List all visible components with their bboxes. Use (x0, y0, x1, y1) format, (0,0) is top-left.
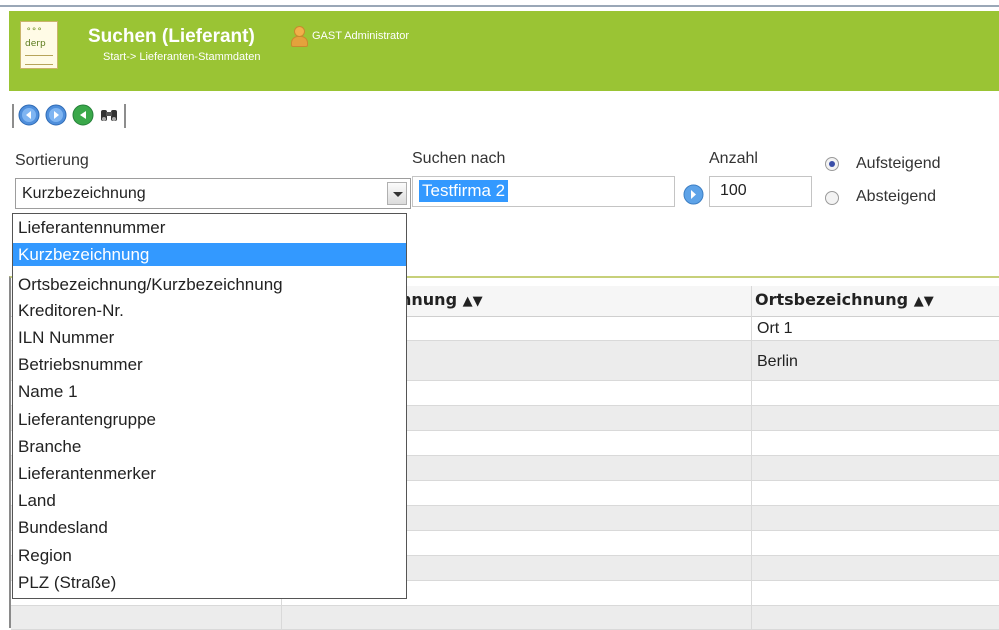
dropdown-option[interactable]: PLZ (Straße) (13, 571, 406, 594)
page-title: Suchen (Lieferant) (88, 26, 255, 47)
dropdown-option[interactable]: Name 1 (13, 380, 406, 403)
column-header-kurzbezeichnung[interactable]: hnung ▲▼ (400, 290, 483, 309)
count-label: Anzahl (709, 150, 758, 167)
sort-arrows-icon: ▲▼ (462, 294, 483, 309)
dropdown-option[interactable]: Lieferantennummer (13, 216, 406, 239)
count-input[interactable]: 100 (709, 176, 812, 207)
dropdown-option[interactable]: Bundesland (13, 516, 406, 539)
count-input-value: 100 (720, 182, 747, 199)
dropdown-option[interactable]: Kreditoren-Nr. (13, 299, 406, 322)
search-input[interactable]: Testfirma 2 (412, 176, 675, 207)
logo-text: derp (25, 39, 46, 49)
search-label: Suchen nach (412, 150, 506, 167)
dropdown-option-selected[interactable]: Kurzbezeichnung (13, 243, 406, 266)
user-name: GAST Administrator (312, 30, 409, 42)
dropdown-option[interactable]: Branche (13, 435, 406, 458)
dropdown-option[interactable]: Betriebsnummer (13, 353, 406, 376)
toolbar (9, 97, 999, 139)
descending-label: Absteigend (856, 188, 937, 205)
back-icon[interactable] (18, 104, 40, 126)
dropdown-option[interactable]: Ortsbezeichnung/Kurzbezeichnung (13, 273, 406, 296)
dropdown-option[interactable]: Region (13, 544, 406, 567)
chevron-down-icon[interactable] (387, 182, 407, 205)
table-cell-ort: Ort 1 (757, 320, 793, 337)
ascending-label: Aufsteigend (856, 155, 941, 172)
sort-label: Sortierung (15, 152, 89, 169)
dropdown-option[interactable]: Lieferantengruppe (13, 408, 406, 431)
breadcrumb[interactable]: Start-> Lieferanten-Stammdaten (103, 51, 260, 63)
page-header: °°° derp Suchen (Lieferant) GAST Adminis… (9, 11, 999, 91)
toolbar-separator (124, 104, 126, 128)
sort-dropdown-list[interactable]: Lieferantennummer Kurzbezeichnung Ortsbe… (12, 213, 407, 599)
toolbar-separator (12, 104, 14, 128)
sort-select-value: Kurzbezeichnung (22, 185, 146, 202)
search-input-value: Testfirma 2 (419, 180, 509, 202)
sort-arrows-icon: ▲▼ (913, 294, 934, 309)
column-header-ortsbezeichnung[interactable]: Ortsbezeichnung ▲▼ (755, 290, 934, 309)
column-divider (751, 286, 752, 630)
dropdown-option[interactable]: ILN Nummer (13, 326, 406, 349)
app-logo: °°° derp (20, 21, 58, 69)
user-icon (290, 26, 308, 47)
window-top-border (0, 0, 999, 7)
refresh-icon[interactable] (72, 104, 94, 126)
radio-descending[interactable] (825, 191, 839, 205)
dropdown-option[interactable]: Lieferantenmerker (13, 462, 406, 485)
logo-lines (25, 55, 53, 65)
search-go-icon[interactable] (683, 184, 704, 205)
table-row[interactable] (11, 606, 999, 630)
table-cell-ort: Berlin (757, 353, 798, 370)
binoculars-icon[interactable] (98, 104, 120, 126)
sort-select[interactable]: Kurzbezeichnung (15, 178, 411, 209)
radio-ascending[interactable] (825, 157, 839, 171)
logo-dots: °°° (26, 27, 43, 37)
forward-icon[interactable] (45, 104, 67, 126)
dropdown-option[interactable]: Land (13, 489, 406, 512)
